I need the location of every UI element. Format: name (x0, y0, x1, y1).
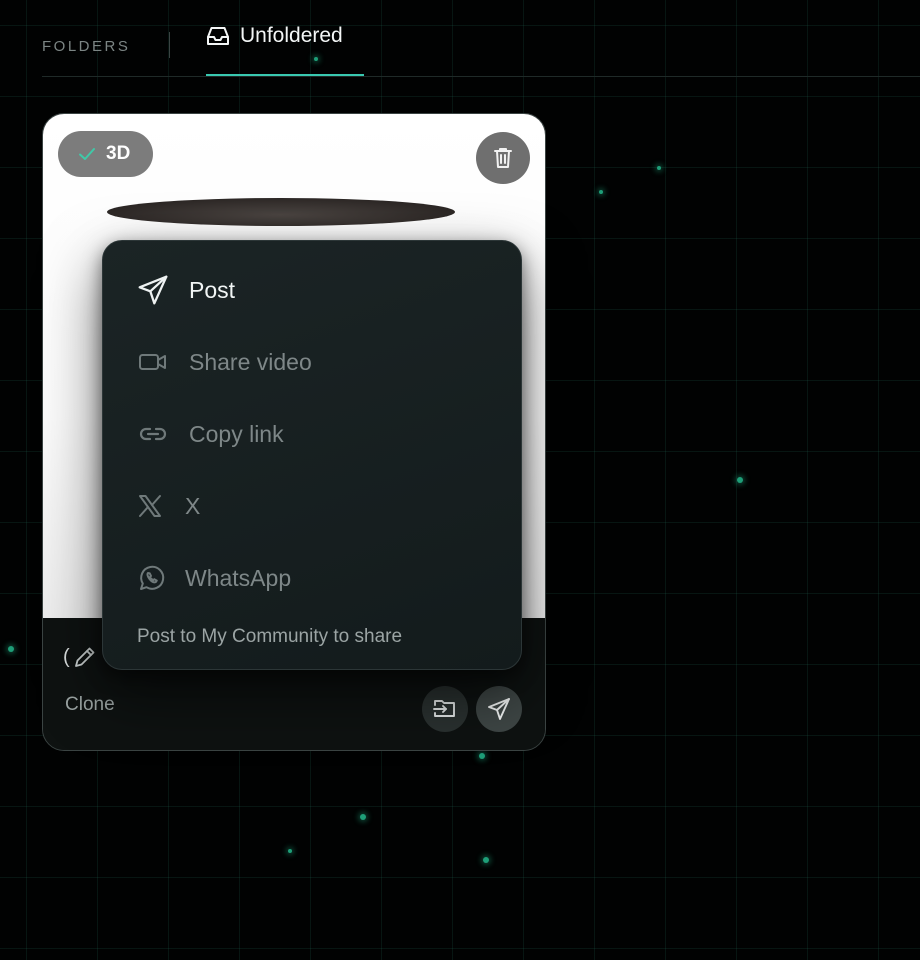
menu-item-label: Post (189, 277, 236, 303)
tab-unfoldered[interactable]: Unfoldered (206, 22, 364, 76)
3d-badge-label: 3D (106, 143, 131, 164)
whatsapp-icon (137, 563, 167, 593)
model-thumbnail (107, 198, 455, 226)
menu-footer-hint: Post to My Community to share (137, 626, 403, 647)
tab-unfoldered-label: Unfoldered (240, 24, 343, 47)
grid-dot (599, 190, 603, 194)
check-icon (78, 147, 96, 161)
tab-divider (169, 32, 170, 58)
model-title-row[interactable]: ( (63, 644, 98, 670)
menu-item-label: X (185, 493, 201, 519)
pencil-icon[interactable] (72, 644, 98, 670)
menu-item-label: Share video (189, 349, 312, 375)
3d-badge: 3D (58, 131, 153, 177)
send-icon (487, 697, 511, 721)
clone-label: Clone (65, 694, 115, 715)
link-icon (137, 418, 169, 450)
x-logo-icon (137, 493, 163, 519)
move-to-folder-icon (432, 697, 458, 721)
menu-item-share-video[interactable]: Share video (137, 342, 312, 382)
grid-dot (479, 753, 485, 759)
move-to-folder-button[interactable] (422, 686, 468, 732)
grid-dot (657, 166, 661, 170)
grid-dot (483, 857, 489, 863)
grid-dot (8, 646, 14, 652)
model-title-text: ( (63, 645, 70, 668)
send-icon (137, 274, 169, 306)
share-button[interactable] (476, 686, 522, 732)
menu-item-label: WhatsApp (185, 565, 292, 591)
folder-tabs-bar: FOLDERS Unfoldered (0, 0, 920, 78)
folders-label: FOLDERS (42, 38, 131, 55)
trash-icon (492, 146, 514, 170)
inbox-icon (206, 25, 230, 47)
video-camera-icon (137, 346, 169, 378)
menu-item-whatsapp[interactable]: WhatsApp (137, 558, 291, 598)
menu-item-post[interactable]: Post (137, 270, 235, 310)
menu-item-copy-link[interactable]: Copy link (137, 414, 284, 454)
delete-button[interactable] (476, 132, 530, 184)
grid-dot (360, 814, 366, 820)
menu-item-label: Copy link (189, 421, 284, 447)
grid-dot (737, 477, 743, 483)
tabs-divider-line (42, 76, 920, 77)
grid-dot (288, 849, 292, 853)
menu-item-x[interactable]: X (137, 486, 200, 526)
share-menu: Post Share video Copy link X WhatsApp Po… (102, 240, 522, 670)
